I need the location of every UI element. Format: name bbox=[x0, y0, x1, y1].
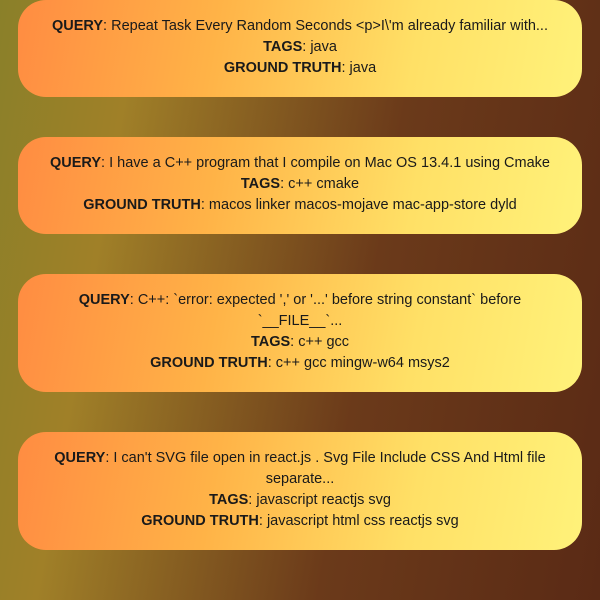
ground-truth-text: c++ gcc mingw-w64 msys2 bbox=[276, 355, 450, 371]
ground-truth-text: java bbox=[350, 60, 377, 76]
ground-truth-row: GROUND TRUTH: javascript html css reactj… bbox=[40, 511, 560, 532]
tags-text: c++ gcc bbox=[298, 334, 349, 350]
ground-truth-label: GROUND TRUTH bbox=[150, 355, 268, 371]
result-card: QUERY: C++: `error: expected ',' or '...… bbox=[18, 274, 582, 392]
colon: : bbox=[280, 176, 288, 192]
query-row: QUERY: Repeat Task Every Random Seconds … bbox=[40, 16, 560, 37]
query-row: QUERY: C++: `error: expected ',' or '...… bbox=[40, 290, 560, 332]
tags-row: TAGS: javascript reactjs svg bbox=[40, 490, 560, 511]
query-label: QUERY bbox=[54, 450, 105, 466]
tags-label: TAGS bbox=[241, 176, 280, 192]
ground-truth-label: GROUND TRUTH bbox=[83, 197, 201, 213]
ground-truth-row: GROUND TRUTH: macos linker macos-mojave … bbox=[40, 195, 560, 216]
ground-truth-text: javascript html css reactjs svg bbox=[267, 513, 459, 529]
query-text: I can't SVG file open in react.js . Svg … bbox=[113, 450, 545, 487]
query-label: QUERY bbox=[52, 18, 103, 34]
tags-row: TAGS: c++ gcc bbox=[40, 332, 560, 353]
colon: : bbox=[259, 513, 267, 529]
query-text: Repeat Task Every Random Seconds <p>I\'m… bbox=[111, 18, 548, 34]
tags-label: TAGS bbox=[263, 39, 302, 55]
colon: : bbox=[268, 355, 276, 371]
tags-row: TAGS: java bbox=[40, 37, 560, 58]
tags-label: TAGS bbox=[209, 492, 248, 508]
ground-truth-row: GROUND TRUTH: c++ gcc mingw-w64 msys2 bbox=[40, 353, 560, 374]
result-card: QUERY: I have a C++ program that I compi… bbox=[18, 137, 582, 234]
colon: : bbox=[201, 197, 209, 213]
tags-text: javascript reactjs svg bbox=[256, 492, 391, 508]
result-card: QUERY: Repeat Task Every Random Seconds … bbox=[18, 0, 582, 97]
ground-truth-text: macos linker macos-mojave mac-app-store … bbox=[209, 197, 517, 213]
colon: : bbox=[130, 292, 138, 308]
colon: : bbox=[341, 60, 349, 76]
query-row: QUERY: I have a C++ program that I compi… bbox=[40, 153, 560, 174]
tags-label: TAGS bbox=[251, 334, 290, 350]
query-row: QUERY: I can't SVG file open in react.js… bbox=[40, 448, 560, 490]
query-text: C++: `error: expected ',' or '...' befor… bbox=[138, 292, 521, 329]
ground-truth-label: GROUND TRUTH bbox=[224, 60, 342, 76]
colon: : bbox=[103, 18, 111, 34]
tags-row: TAGS: c++ cmake bbox=[40, 174, 560, 195]
query-label: QUERY bbox=[50, 155, 101, 171]
ground-truth-row: GROUND TRUTH: java bbox=[40, 58, 560, 79]
result-card: QUERY: I can't SVG file open in react.js… bbox=[18, 432, 582, 550]
colon: : bbox=[101, 155, 109, 171]
ground-truth-label: GROUND TRUTH bbox=[141, 513, 259, 529]
tags-text: c++ cmake bbox=[288, 176, 359, 192]
query-text: I have a C++ program that I compile on M… bbox=[109, 155, 550, 171]
tags-text: java bbox=[310, 39, 337, 55]
query-label: QUERY bbox=[79, 292, 130, 308]
